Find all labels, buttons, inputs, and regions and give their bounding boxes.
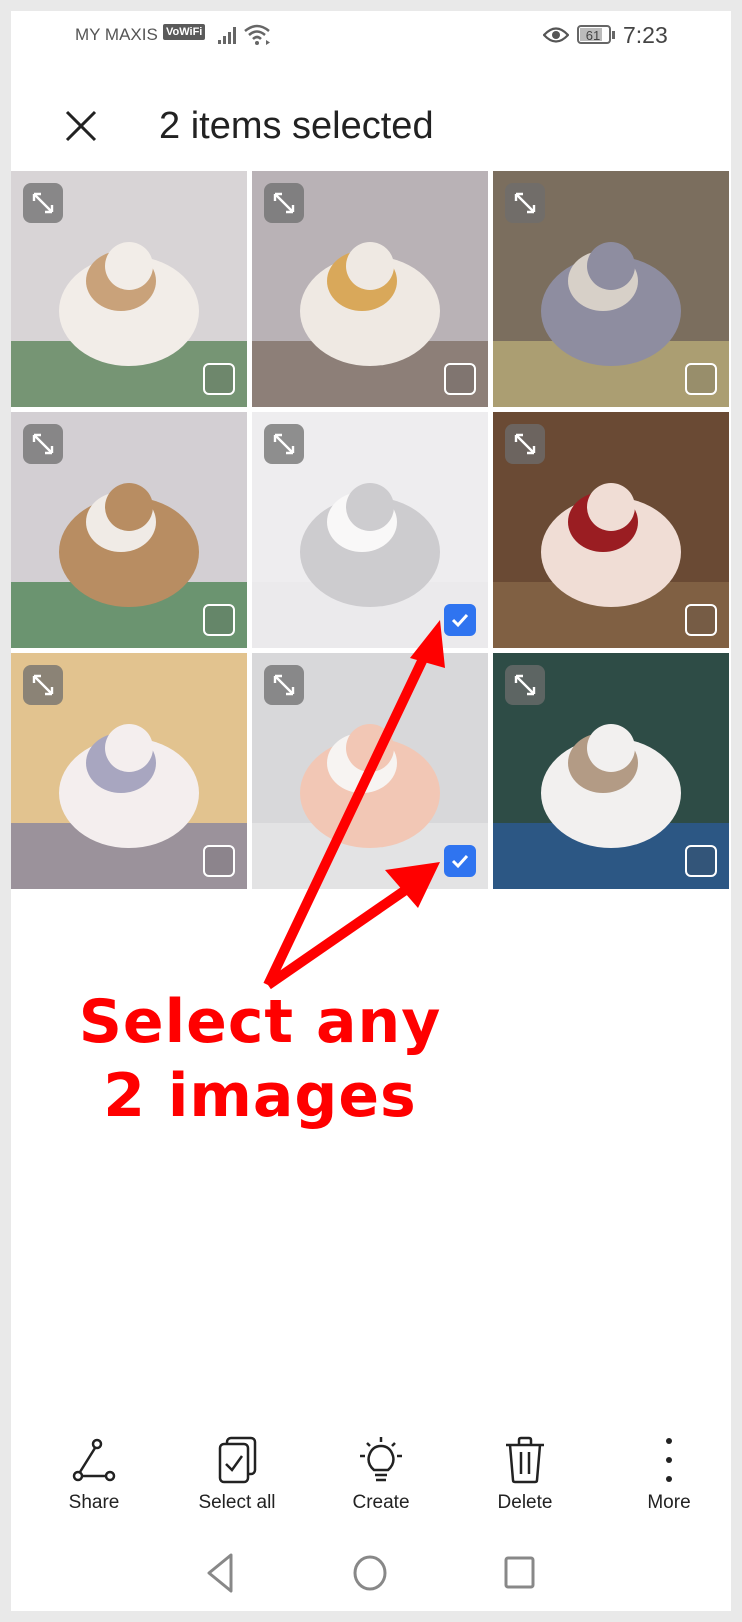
annotation-line-2: 2 images xyxy=(103,1061,417,1131)
home-icon[interactable] xyxy=(350,1551,390,1595)
create-label: Create xyxy=(352,1492,410,1513)
annotation-text: Select any 2 images xyxy=(50,985,470,1133)
photo-tile[interactable] xyxy=(493,653,729,889)
more-button[interactable]: More xyxy=(609,1436,729,1514)
carrier-name: MY MAXIS xyxy=(75,25,158,44)
wifi-icon xyxy=(244,24,270,45)
action-bar: Share Select all Create Delete More xyxy=(11,1436,731,1536)
close-icon[interactable] xyxy=(61,106,101,146)
share-button[interactable]: Share xyxy=(34,1436,154,1514)
share-label: Share xyxy=(68,1492,120,1513)
checkmark-icon xyxy=(451,613,469,628)
share-icon xyxy=(72,1438,116,1482)
expand-icon[interactable] xyxy=(505,424,545,464)
photo-tile[interactable] xyxy=(252,171,488,407)
delete-button[interactable]: Delete xyxy=(465,1436,585,1514)
recents-icon[interactable] xyxy=(499,1551,539,1595)
photo-tile[interactable] xyxy=(252,653,488,889)
annotation-line-1: Select any xyxy=(78,987,442,1057)
select-checkbox[interactable] xyxy=(444,845,476,877)
clock: 7:23 xyxy=(623,22,668,48)
select-checkbox[interactable] xyxy=(444,363,476,395)
battery-indicator: 61 xyxy=(577,25,615,44)
screen: MY MAXIS VoWiFi 61 7:23 2 items selected xyxy=(11,11,731,1611)
select-checkbox[interactable] xyxy=(685,363,717,395)
create-button[interactable]: Create xyxy=(321,1436,441,1514)
more-vertical-icon xyxy=(666,1438,672,1482)
delete-label: Delete xyxy=(497,1492,553,1513)
battery-level: 61 xyxy=(585,28,601,43)
trash-icon xyxy=(506,1436,544,1484)
page-title: 2 items selected xyxy=(159,105,434,147)
select-checkbox[interactable] xyxy=(685,604,717,636)
photo-tile[interactable] xyxy=(493,171,729,407)
select-all-icon xyxy=(218,1436,257,1484)
photo-tile[interactable] xyxy=(11,171,247,407)
photo-tile[interactable] xyxy=(11,412,247,648)
select-checkbox[interactable] xyxy=(203,604,235,636)
select-checkbox[interactable] xyxy=(685,845,717,877)
expand-icon[interactable] xyxy=(23,424,63,464)
eye-comfort-icon xyxy=(543,27,569,43)
photo-tile[interactable] xyxy=(493,412,729,648)
status-bar: MY MAXIS VoWiFi 61 7:23 xyxy=(11,11,731,61)
vowifi-badge: VoWiFi xyxy=(163,24,206,40)
photo-tile[interactable] xyxy=(252,412,488,648)
select-checkbox[interactable] xyxy=(444,604,476,636)
select-checkbox[interactable] xyxy=(203,363,235,395)
expand-icon[interactable] xyxy=(505,183,545,223)
selection-header: 2 items selected xyxy=(11,81,731,171)
expand-icon[interactable] xyxy=(264,665,304,705)
expand-icon[interactable] xyxy=(23,665,63,705)
select-all-label: Select all xyxy=(198,1492,276,1513)
lightbulb-icon xyxy=(360,1437,402,1482)
select-checkbox[interactable] xyxy=(203,845,235,877)
system-nav-bar xyxy=(11,1551,731,1611)
select-all-button[interactable]: Select all xyxy=(177,1436,297,1514)
expand-icon[interactable] xyxy=(264,424,304,464)
expand-icon[interactable] xyxy=(264,183,304,223)
back-icon[interactable] xyxy=(201,1551,241,1595)
expand-icon[interactable] xyxy=(23,183,63,223)
checkmark-icon xyxy=(451,854,469,869)
more-label: More xyxy=(647,1492,691,1513)
photo-tile[interactable] xyxy=(11,653,247,889)
expand-icon[interactable] xyxy=(505,665,545,705)
signal-icon xyxy=(218,27,236,44)
